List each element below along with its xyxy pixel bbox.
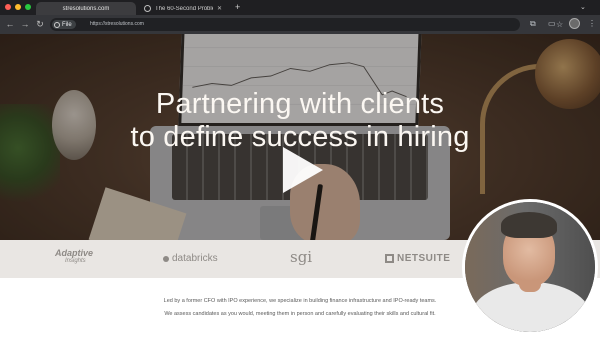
- profile-avatar[interactable]: [569, 18, 580, 29]
- maximize-window-button[interactable]: [25, 4, 31, 10]
- browser-toolbar: ← → ↻ File https://stresolutions.com ☆ ⧉…: [0, 15, 600, 34]
- info-icon: [54, 21, 60, 28]
- side-panel-icon[interactable]: ▭: [548, 18, 556, 30]
- globe-icon: [144, 5, 151, 12]
- new-tab-button[interactable]: +: [235, 2, 240, 12]
- reload-button[interactable]: ↻: [34, 18, 46, 30]
- url-text[interactable]: https://stresolutions.com: [90, 20, 144, 29]
- browser-window: stresolutions.com The 60-Second Problem …: [0, 0, 600, 338]
- hero-headline: Partnering with clients to define succes…: [0, 88, 600, 154]
- presenter-hair: [501, 212, 557, 238]
- tab-title: The 60-Second Problem — …: [155, 5, 213, 12]
- adaptive-logo-subtext: Insights: [65, 258, 86, 264]
- netsuite-mark-icon: [385, 254, 394, 263]
- netsuite-logo-text: NETSUITE: [397, 253, 451, 264]
- minimize-window-button[interactable]: [15, 4, 21, 10]
- tab-stresolutions[interactable]: stresolutions.com: [36, 2, 136, 15]
- address-bar[interactable]: File https://stresolutions.com ☆: [50, 18, 563, 31]
- site-info-chip[interactable]: File: [52, 20, 76, 29]
- databricks-logo: databricks: [163, 253, 218, 264]
- databricks-mark-icon: [163, 255, 169, 262]
- sgi-logo: sgi: [290, 248, 312, 266]
- bookmark-star-icon[interactable]: ☆: [556, 18, 563, 31]
- tab-strip: stresolutions.com The 60-Second Problem …: [0, 0, 600, 15]
- adaptive-insights-logo: Adaptive Insights: [55, 249, 93, 265]
- tab-60-second-problem[interactable]: The 60-Second Problem — … ✕: [138, 2, 228, 15]
- headline-line-1: Partnering with clients: [155, 88, 445, 120]
- menu-kebab-icon[interactable]: ⋮: [588, 18, 596, 30]
- tab-title: stresolutions.com: [62, 5, 110, 12]
- extensions-icon[interactable]: ⧉: [530, 18, 536, 30]
- site-info-label: File: [62, 21, 72, 28]
- databricks-logo-text: databricks: [172, 253, 218, 264]
- forward-button[interactable]: →: [19, 18, 31, 30]
- close-tab-icon[interactable]: ✕: [217, 5, 222, 12]
- play-icon[interactable]: [283, 147, 323, 193]
- tab-search-icon[interactable]: ⌄: [580, 3, 586, 11]
- close-window-button[interactable]: [5, 4, 11, 10]
- back-button[interactable]: ←: [4, 18, 16, 30]
- netsuite-logo: NETSUITE: [385, 253, 450, 264]
- sgi-logo-text: sgi: [290, 248, 313, 266]
- webcam-bubble[interactable]: [462, 199, 598, 335]
- window-controls: [5, 4, 31, 10]
